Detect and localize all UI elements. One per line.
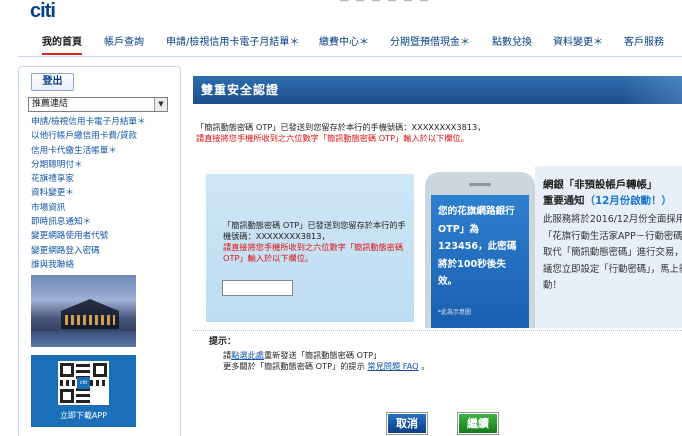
- important-notice-panel: 網銀「非預設帳戶轉帳」 重要通知（12月份啟動！） 此服務將於2016/12月份…: [535, 166, 682, 328]
- page-title-bar: 雙重安全認證: [193, 76, 682, 104]
- tips-faq-post: 。: [418, 361, 430, 371]
- qr-logo: citi: [77, 377, 90, 389]
- otp-input[interactable]: [222, 280, 293, 296]
- nav-points-redemption[interactable]: 點數兌換: [492, 33, 532, 53]
- notice-subheading-highlight: （12月份啟動！）: [584, 195, 672, 207]
- phone-illustration: 您的花旗網路銀行OTP」為123456，此密碼將於100秒後失效。 *此為示意圖: [425, 172, 535, 328]
- qr-finder-tr: [93, 363, 107, 377]
- sidebar-link-market-info[interactable]: 市場資訊: [31, 201, 146, 215]
- sidebar-link-change-user-id[interactable]: 變更網路使用者代號: [31, 229, 146, 243]
- qr-code-icon: citi: [58, 361, 109, 405]
- sidebar-link-smart-installment[interactable]: 分期聰明付＊: [31, 158, 146, 172]
- qr-finder-tl: [60, 363, 74, 377]
- nav-profile-change[interactable]: 資料變更＊: [553, 33, 603, 53]
- phone-screen: 您的花旗網路銀行OTP」為123456，此密碼將於100秒後失效。 *此為示意圖: [431, 195, 529, 328]
- tips-resend-pre: 請: [223, 350, 232, 360]
- nav-credit-card-statement[interactable]: 申請/檢視信用卡電子月結單＊: [166, 33, 299, 53]
- sidebar-link-profile-change[interactable]: 資料變更＊: [31, 186, 146, 200]
- nav-payment-center[interactable]: 繳費中心＊: [319, 33, 369, 53]
- sidebar-link-pay-from-other-bank[interactable]: 以他行帳戶繳信用卡費/貸款: [31, 129, 146, 143]
- nav-customer-service[interactable]: 客戶服務: [624, 33, 664, 53]
- nav-my-home[interactable]: 我的首頁: [42, 33, 82, 55]
- sidebar-link-instant-alerts[interactable]: 即時訊息通知＊: [31, 215, 146, 229]
- tips-label: 提示：: [209, 337, 237, 347]
- phone-speaker: [469, 183, 491, 186]
- sidebar-link-change-password[interactable]: 變更網路登入密碼: [31, 244, 146, 258]
- logo-text: citi: [30, 0, 56, 22]
- water-reflection: [31, 331, 136, 347]
- main-navigation: 我的首頁 帳戶查詢 申請/檢視信用卡電子月結單＊ 繳費中心＊ 分期暨預借現金＊ …: [18, 33, 682, 55]
- chevron-down-icon[interactable]: ▼: [154, 98, 167, 111]
- otp-box-message: 「簡訊動態密碼 OTP」已發送到您留存於本行的手機號碼：XXXXXXXX3813…: [223, 220, 406, 241]
- recommended-links-select[interactable]: 推薦連結 ▼: [28, 97, 168, 112]
- sidebar-link-list: 申請/檢視信用卡電子月結單＊ 以他行帳戶繳信用卡費/貸款 信用卡代繳生活帳單＊ …: [31, 115, 146, 272]
- logo-arc-icon: [52, 0, 76, 6]
- sidebar-link-bill-payment[interactable]: 信用卡代繳生活帳單＊: [31, 144, 146, 158]
- tips-faq-line: 更多關於「簡訊動態密碼 OTP」的提示 常見問題 FAQ 。: [223, 360, 429, 372]
- building-lights: [65, 315, 115, 325]
- qr-finder-bl: [60, 389, 74, 403]
- sidebar-link-credit-card-statement[interactable]: 申請/檢視信用卡電子月結單＊: [31, 115, 146, 129]
- recommended-links-value: 推薦連結: [32, 99, 69, 109]
- tips-faq-pre: 更多關於「簡訊動態密碼 OTP」的提示: [223, 361, 368, 371]
- notice-heading: 網銀「非預設帳戶轉帳」: [543, 179, 658, 191]
- top-utility-links: — — — — — —: [340, 0, 431, 6]
- sidebar: 登出 推薦連結 ▼ 申請/檢視信用卡電子月結單＊ 以他行帳戶繳信用卡費/貸款 信…: [18, 66, 181, 436]
- otp-box-instruction: 請直接將您手機所收到之六位數字「簡訊動態密碼 OTP」輸入於以下欄位。: [223, 242, 404, 263]
- phone-sms-text: 您的花旗網路銀行OTP」為123456，此密碼將於100秒後失效。: [438, 206, 517, 287]
- app-download-caption: 立即下載APP: [59, 411, 108, 420]
- promo-banner-app-download[interactable]: citi 立即下載APP: [31, 355, 136, 427]
- promo-banner-hotel[interactable]: [31, 275, 136, 347]
- continue-button[interactable]: 繼續: [457, 412, 499, 435]
- phone-illustration-note: *此為示意圖: [438, 309, 472, 316]
- nav-divider: [18, 56, 682, 57]
- faq-link[interactable]: 常見問題 FAQ: [367, 361, 418, 371]
- resend-otp-link[interactable]: 點選此處: [231, 350, 264, 360]
- nav-account-inquiry[interactable]: 帳戶查詢: [104, 33, 144, 53]
- tips-resend-post: 重新發送「簡訊動態密碼 OTP」: [263, 350, 382, 360]
- page-title: 雙重安全認證: [201, 83, 280, 97]
- sidebar-link-citi-rewards[interactable]: 花旗禮享家: [31, 172, 146, 186]
- notice-subheading-prefix: 重要通知: [543, 195, 585, 207]
- otp-entry-panel: 「簡訊動態密碼 OTP」已發送到您留存於本行的手機號碼：XXXXXXXX3813…: [206, 174, 414, 322]
- notice-body: 此服務將於2016/12月份全面採用「花旗行動生活家APP－行動密碼」取代「簡訊…: [543, 214, 682, 292]
- tips-section: 提示： 請點選此處重新發送「簡訊動態密碼 OTP」 更多關於「簡訊動態密碼 OT…: [193, 330, 682, 372]
- cancel-button[interactable]: 取消: [386, 412, 428, 435]
- notice-subheading: 重要通知（12月份啟動！）: [543, 192, 672, 207]
- citi-logo[interactable]: citi: [30, 0, 78, 26]
- logout-button[interactable]: 登出: [31, 73, 74, 91]
- sidebar-link-contact-log[interactable]: 誰與我聯絡: [31, 258, 146, 272]
- title-bar-gradient: [622, 76, 682, 104]
- otp-instruction: 請直接將您手機所收到之六位數字「簡訊動態密碼 OTP」輸入於以下欄位。: [196, 133, 469, 143]
- nav-installments-cash-advance[interactable]: 分期暨預借現金＊: [390, 33, 470, 53]
